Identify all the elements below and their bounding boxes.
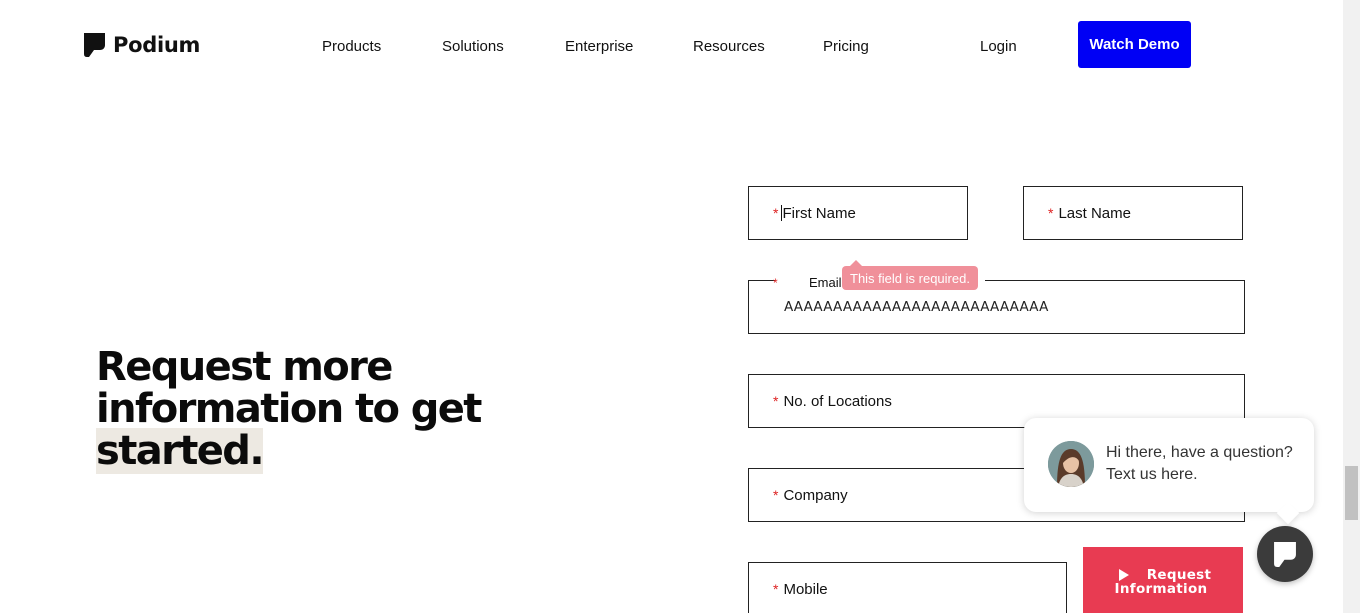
email-field-border (985, 280, 1245, 281)
podium-logo[interactable]: Podium (84, 33, 200, 57)
required-mark: * (773, 393, 779, 409)
headline-line-3: started. (96, 428, 265, 474)
page-scrollbar[interactable] (1343, 0, 1360, 613)
required-mark: * (1048, 205, 1054, 221)
mobile-label: Mobile (783, 580, 828, 598)
scrollbar-thumb[interactable] (1345, 466, 1358, 520)
required-mark: * (773, 205, 779, 221)
chat-message: Hi there, have a question? Text us here. (1106, 444, 1293, 483)
email-input-value[interactable]: AAAAAAAAAAAAAAAAAAAAAAAAAAA (784, 299, 1049, 315)
submit-label-line-1: Request (1146, 567, 1212, 583)
podium-logo-icon (1274, 541, 1296, 567)
locations-label: No. of Locations (783, 392, 892, 410)
nav-products[interactable]: Products (322, 38, 381, 55)
first-name-label: First Name (782, 204, 856, 222)
agent-avatar (1048, 441, 1094, 487)
login-link[interactable]: Login (980, 38, 1017, 55)
logo-text: Podium (113, 33, 201, 57)
email-error-tooltip: This field is required. (842, 260, 978, 290)
watch-demo-button[interactable]: Watch Demo (1078, 21, 1191, 68)
nav-solutions[interactable]: Solutions (442, 38, 504, 55)
chat-launcher-button[interactable] (1257, 526, 1313, 582)
company-label: Company (783, 486, 848, 504)
chat-prompt-bubble[interactable]: Hi there, have a question? Text us here. (1024, 418, 1314, 512)
mobile-field[interactable]: * Mobile (748, 562, 1067, 613)
page-headline: Request more information to get started. (96, 344, 576, 474)
submit-label-line-2: Information (1114, 581, 1208, 597)
required-mark: * (773, 487, 779, 503)
nav-pricing[interactable]: Pricing (823, 38, 869, 55)
headline-line-1: Request more (96, 344, 393, 390)
last-name-label: Last Name (1058, 204, 1131, 222)
required-mark: * (773, 581, 779, 597)
required-mark: * (773, 276, 778, 290)
email-label: Email (809, 275, 842, 290)
headline-line-2: information to get (96, 386, 482, 432)
podium-logo-icon (84, 33, 105, 57)
nav-resources[interactable]: Resources (693, 38, 765, 55)
request-information-button[interactable]: Request Information (1083, 547, 1243, 613)
nav-enterprise[interactable]: Enterprise (565, 38, 633, 55)
first-name-field[interactable]: * First Name (748, 186, 968, 240)
email-field-border (748, 280, 775, 281)
last-name-field[interactable]: * Last Name (1023, 186, 1243, 240)
